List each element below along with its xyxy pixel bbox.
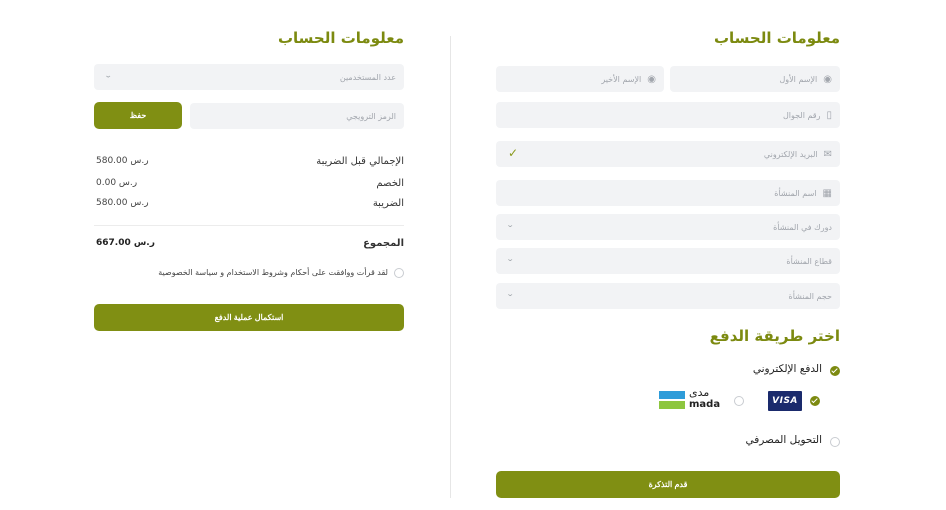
total-row: المجموع 667.00 ر.س	[94, 238, 404, 252]
mada-bars-icon	[659, 391, 685, 409]
tax-row: الضريبة 580.00 ر.س	[94, 198, 404, 212]
chevron-down-icon: ⌄	[506, 290, 515, 299]
chevron-down-icon: ⌄	[506, 255, 515, 264]
chevron-down-icon: ⌄	[104, 71, 113, 80]
terms-text: لقد قرأت ووافقت على أحكام وشروط الاستخدا…	[158, 268, 388, 277]
phone-icon: ▯	[826, 109, 832, 121]
account-info-title-left: معلومات الحساب	[277, 29, 404, 47]
submit-ticket-button[interactable]: قدم التذكرة	[496, 471, 840, 498]
discount-row: الخصم 0.00 ر.س	[94, 178, 404, 192]
subtotal-value: 580.00 ر.س	[96, 156, 149, 166]
role-select[interactable]: دورك في المنشأة ⌄	[496, 214, 840, 240]
discount-value: 0.00 ر.س	[96, 178, 138, 188]
order-summary-panel: معلومات الحساب عدد المستخدمين ⌄ الرمز ال…	[94, 0, 404, 510]
promo-code-input[interactable]: الرمز الترويجي	[190, 103, 404, 129]
visa-radio[interactable]	[810, 396, 820, 406]
electronic-radio[interactable]	[830, 366, 840, 376]
complete-payment-button[interactable]: استكمال عملية الدفع	[94, 304, 404, 331]
mada-radio[interactable]	[734, 396, 744, 406]
checkout-page: معلومات الحساب ◉ الإسم الأول ◉ الإسم الأ…	[0, 0, 946, 510]
chevron-down-icon: ⌄	[506, 221, 515, 230]
sector-select[interactable]: قطاع المنشأة ⌄	[496, 248, 840, 274]
mobile-field[interactable]: ▯ رقم الجوال	[496, 102, 840, 128]
email-field[interactable]: ✉ البريد الإلكتروني ✓	[496, 141, 840, 167]
valid-check-icon: ✓	[508, 146, 519, 160]
mail-icon: ✉	[823, 148, 832, 160]
user-icon: ◉	[823, 73, 832, 85]
terms-checkbox[interactable]	[394, 268, 404, 278]
mada-logo: مدى mada	[659, 386, 723, 413]
save-promo-button[interactable]: حفظ	[94, 102, 182, 129]
summary-divider	[94, 225, 404, 226]
user-icon: ◉	[647, 73, 656, 85]
first-name-field[interactable]: ◉ الإسم الأول	[670, 66, 840, 92]
company-name-field[interactable]: ▦ اسم المنشأة	[496, 180, 840, 206]
tax-value: 580.00 ر.س	[96, 198, 149, 208]
payment-method-title: اختر طريقة الدفع	[709, 327, 840, 345]
electronic-label: الدفع الإلكتروني	[752, 363, 822, 375]
account-info-title: معلومات الحساب	[713, 29, 840, 47]
building-icon: ▦	[822, 187, 832, 199]
account-form-panel: معلومات الحساب ◉ الإسم الأول ◉ الإسم الأ…	[496, 0, 840, 510]
users-count-select[interactable]: عدد المستخدمين ⌄	[94, 64, 404, 90]
tax-label: الضريبة	[372, 198, 404, 209]
bank-radio[interactable]	[830, 437, 840, 447]
last-name-field[interactable]: ◉ الإسم الأخير	[496, 66, 664, 92]
visa-logo: VISA	[768, 391, 802, 411]
subtotal-row: الإجمالي قبل الضريبة 580.00 ر.س	[94, 156, 404, 170]
column-divider	[450, 36, 451, 498]
total-label: المجموع	[363, 238, 404, 249]
bank-label: التحويل المصرفي	[745, 434, 822, 446]
subtotal-label: الإجمالي قبل الضريبة	[316, 156, 404, 167]
total-value: 667.00 ر.س	[96, 238, 155, 248]
size-select[interactable]: حجم المنشأة ⌄	[496, 283, 840, 309]
discount-label: الخصم	[376, 178, 404, 189]
